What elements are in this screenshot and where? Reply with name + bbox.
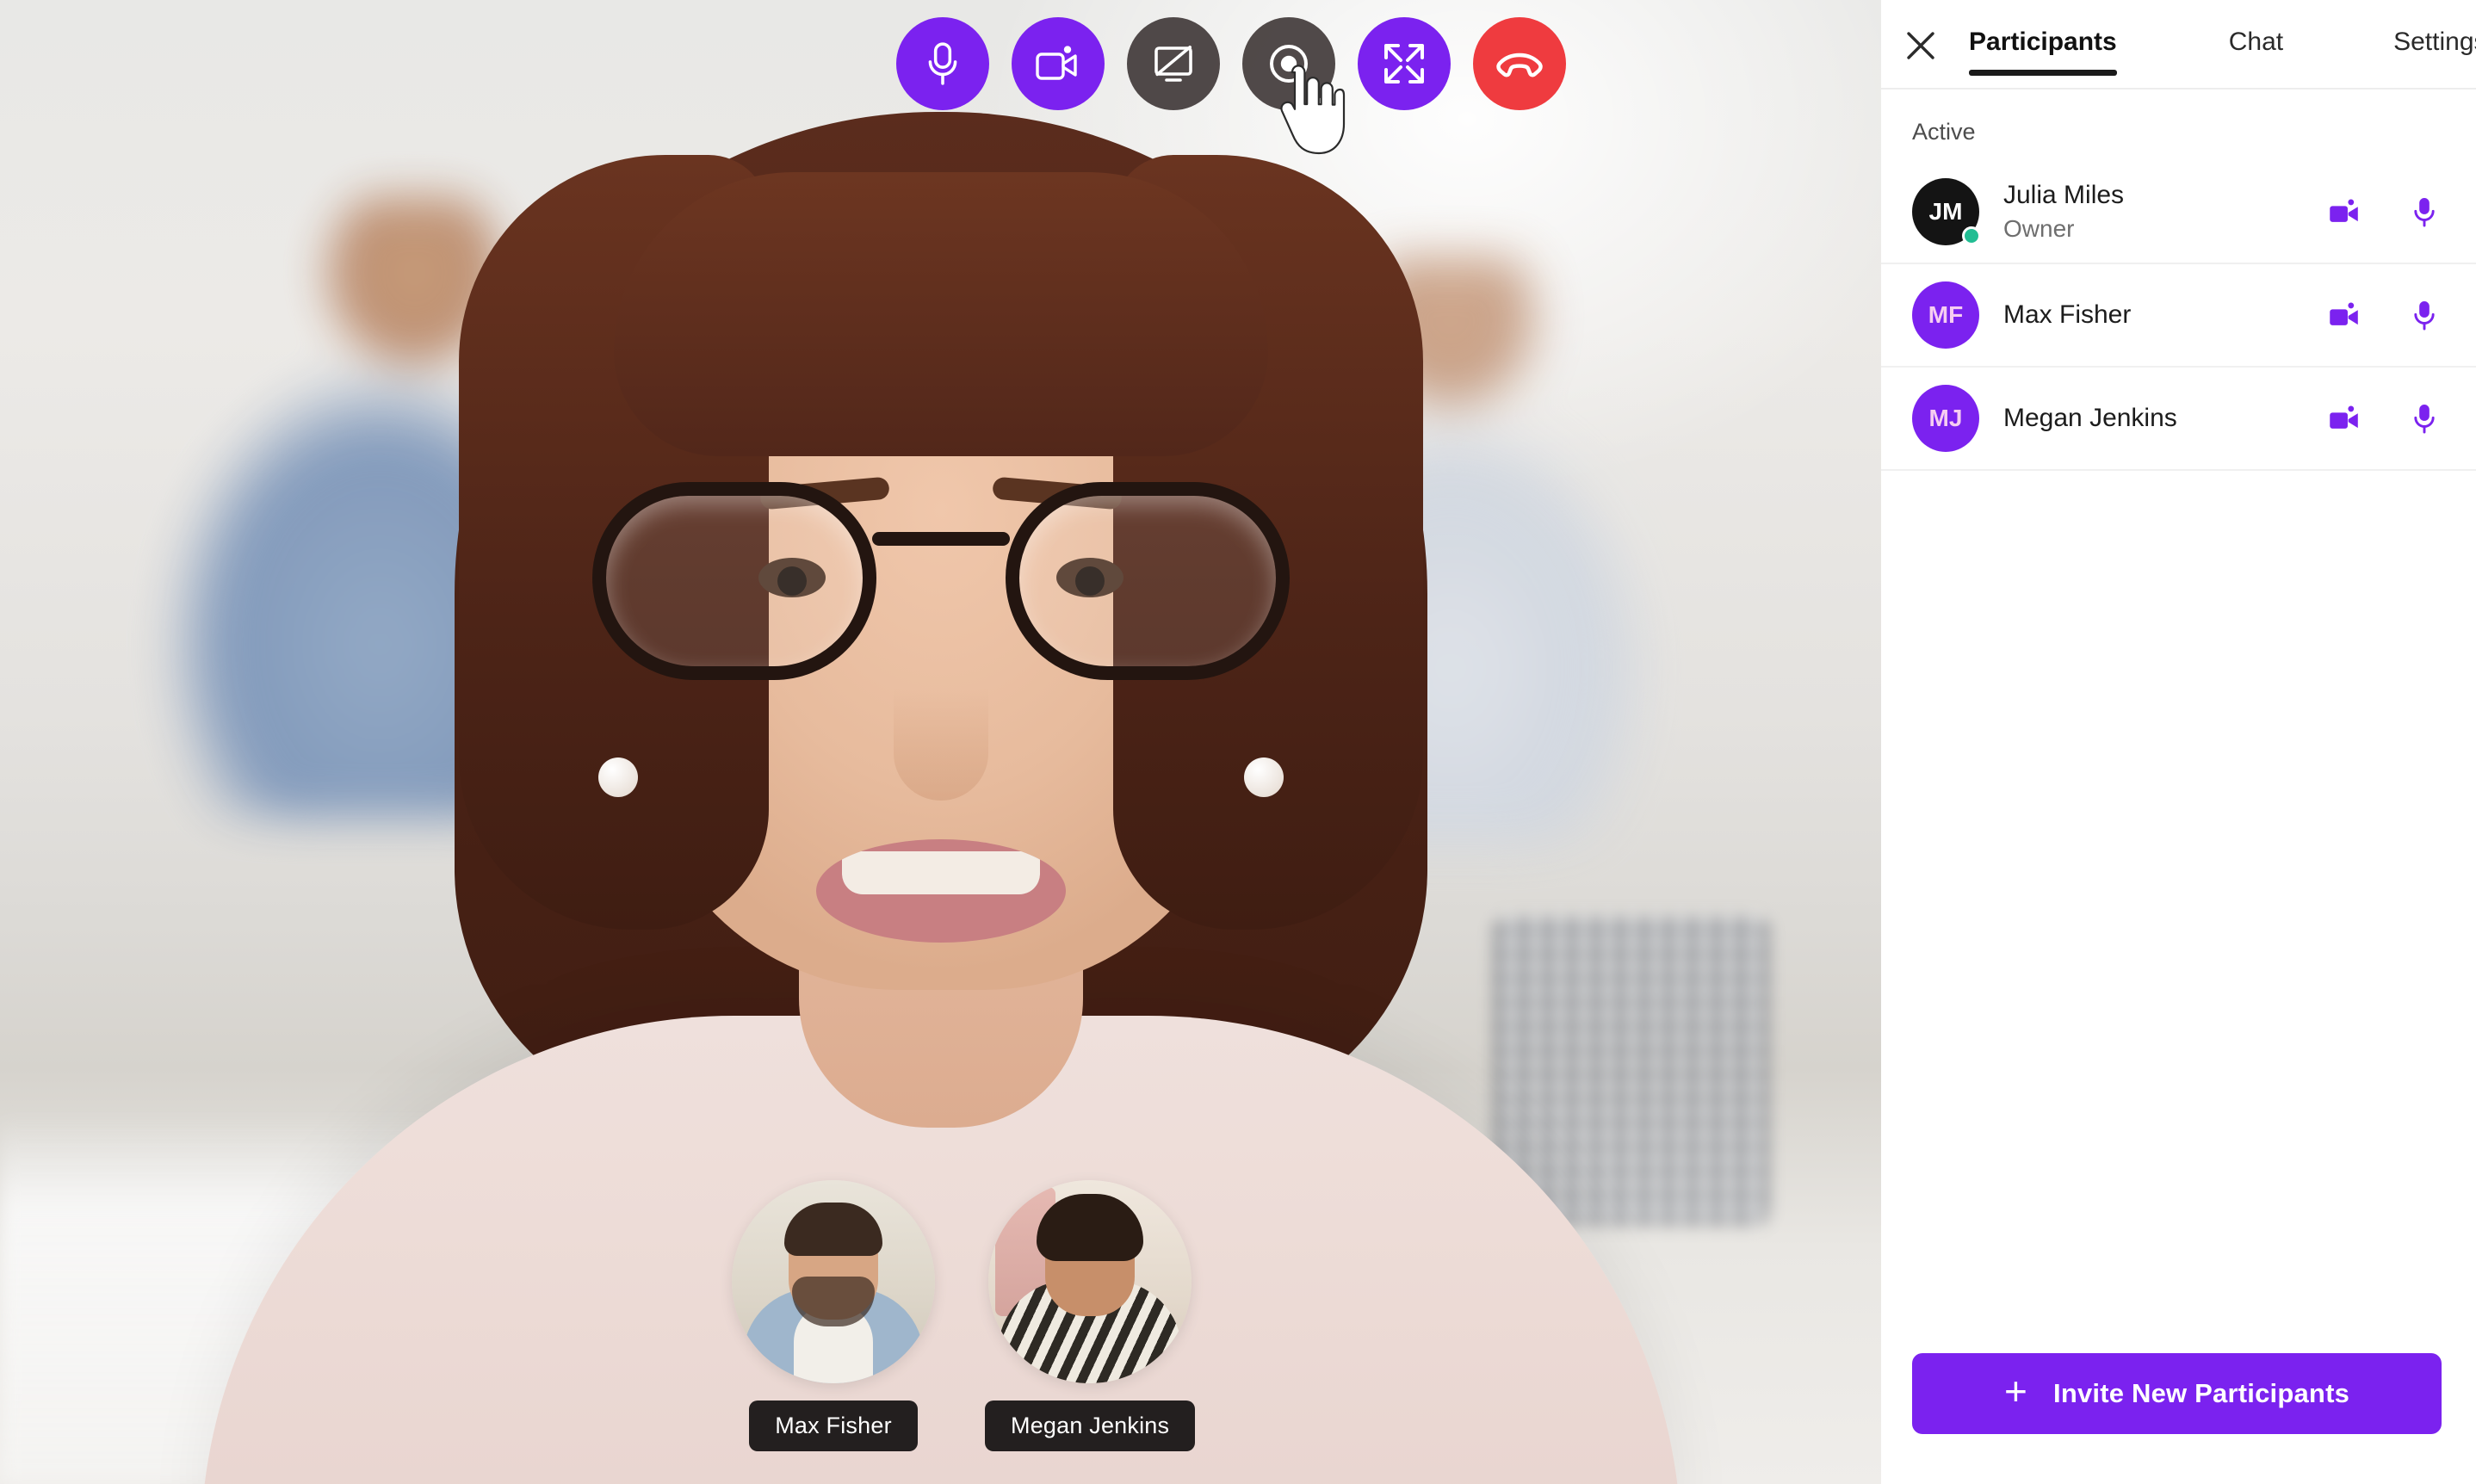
invite-button-label: Invite New Participants <box>2053 1378 2350 1408</box>
thumb-hair <box>784 1203 882 1256</box>
speaker-earring-left <box>597 757 638 797</box>
participant-row-megan-jenkins[interactable]: MJ Megan Jenkins <box>1881 368 2476 471</box>
side-panel: Participants Chat Settings Active JM Jul… <box>1881 0 2476 1484</box>
avatar: JM <box>1912 178 1981 245</box>
panel-spacer <box>1881 471 2476 1353</box>
participant-row-max-fisher[interactable]: MF Max Fisher <box>1881 264 2476 368</box>
microphone-icon[interactable] <box>2405 193 2443 231</box>
call-controls-toolbar <box>895 17 1566 155</box>
avatar-initials: MF <box>1928 301 1964 328</box>
participant-thumbnails: Max Fisher Megan Jenkins <box>732 1180 1196 1451</box>
video-camera-icon <box>1034 44 1082 83</box>
screen-share-off-icon <box>1151 43 1196 84</box>
participants-list: JM Julia Miles Owner MF Max Fisher MJ Me… <box>1881 161 2476 471</box>
speaker-glasses <box>591 482 1290 689</box>
thumbnail-max-fisher[interactable]: Max Fisher <box>732 1180 935 1451</box>
record-circle-icon <box>1266 41 1311 86</box>
thumbnail-video[interactable] <box>732 1180 935 1383</box>
active-section-label: Active <box>1912 119 1976 145</box>
speaker-teeth <box>841 851 1040 894</box>
tab-participants[interactable]: Participants <box>1969 19 2117 76</box>
microphone-button[interactable] <box>895 17 989 110</box>
participant-info: Max Fisher <box>2003 300 2326 330</box>
participant-controls <box>2326 296 2443 334</box>
video-camera-icon[interactable] <box>2326 296 2364 334</box>
participant-role: Owner <box>2003 215 2075 242</box>
speaker-fringe <box>613 172 1268 456</box>
participant-info: Julia Miles Owner <box>2003 181 2326 243</box>
video-camera-icon[interactable] <box>2326 193 2364 231</box>
participant-info: Megan Jenkins <box>2003 404 2326 433</box>
participants-toggle-button[interactable] <box>1241 17 1345 155</box>
participant-name: Megan Jenkins <box>2003 404 2177 432</box>
screen-share-button[interactable] <box>1126 17 1220 110</box>
glasses-lens-left <box>591 482 876 680</box>
microphone-icon <box>921 40 964 88</box>
thumbnail-megan-jenkins[interactable]: Megan Jenkins <box>985 1180 1196 1451</box>
close-panel-button[interactable] <box>1903 22 1938 71</box>
tab-settings[interactable]: Settings <box>2393 19 2476 76</box>
hangup-button[interactable] <box>1472 17 1566 110</box>
avatar: MF <box>1912 281 1979 349</box>
fullscreen-button[interactable] <box>1357 17 1451 110</box>
video-call-app: Max Fisher Megan Jenkins Participants Ch… <box>0 0 2476 1484</box>
participant-row-julia-miles[interactable]: JM Julia Miles Owner <box>1881 161 2476 264</box>
camera-button[interactable] <box>1011 17 1105 110</box>
hangup-phone-icon <box>1495 48 1544 79</box>
glasses-bridge <box>871 532 1010 546</box>
microphone-icon[interactable] <box>2405 296 2443 334</box>
avatar-initials: JM <box>1928 198 1963 225</box>
participant-name: Max Fisher <box>2003 300 2132 329</box>
video-camera-icon[interactable] <box>2326 399 2364 437</box>
glasses-lens-right <box>1005 482 1290 680</box>
online-status-dot <box>1962 226 1981 245</box>
panel-header: Participants Chat Settings <box>1881 0 2476 90</box>
participant-controls <box>2326 193 2443 231</box>
avatar-initials: MJ <box>1928 405 1963 431</box>
panel-tabs: Participants Chat Settings <box>1938 19 2476 76</box>
close-icon <box>1903 28 1938 65</box>
speaker-mouth <box>815 839 1066 943</box>
thumbnail-video[interactable] <box>988 1180 1192 1383</box>
plus-icon: + <box>2003 1369 2028 1413</box>
tab-chat[interactable]: Chat <box>2229 19 2283 76</box>
speaker-earring-right <box>1243 757 1284 797</box>
avatar: MJ <box>1912 385 1979 452</box>
speaker-nose <box>893 689 988 801</box>
microphone-icon[interactable] <box>2405 399 2443 437</box>
fullscreen-expand-icon <box>1383 42 1426 85</box>
thumbnail-name-label: Megan Jenkins <box>985 1401 1196 1451</box>
invite-new-participants-button[interactable]: + Invite New Participants <box>1912 1353 2442 1434</box>
participant-controls <box>2326 399 2443 437</box>
main-video-stage[interactable]: Max Fisher Megan Jenkins <box>0 0 1881 1484</box>
thumbnail-name-label: Max Fisher <box>749 1401 918 1451</box>
participant-name: Julia Miles <box>2003 181 2125 209</box>
